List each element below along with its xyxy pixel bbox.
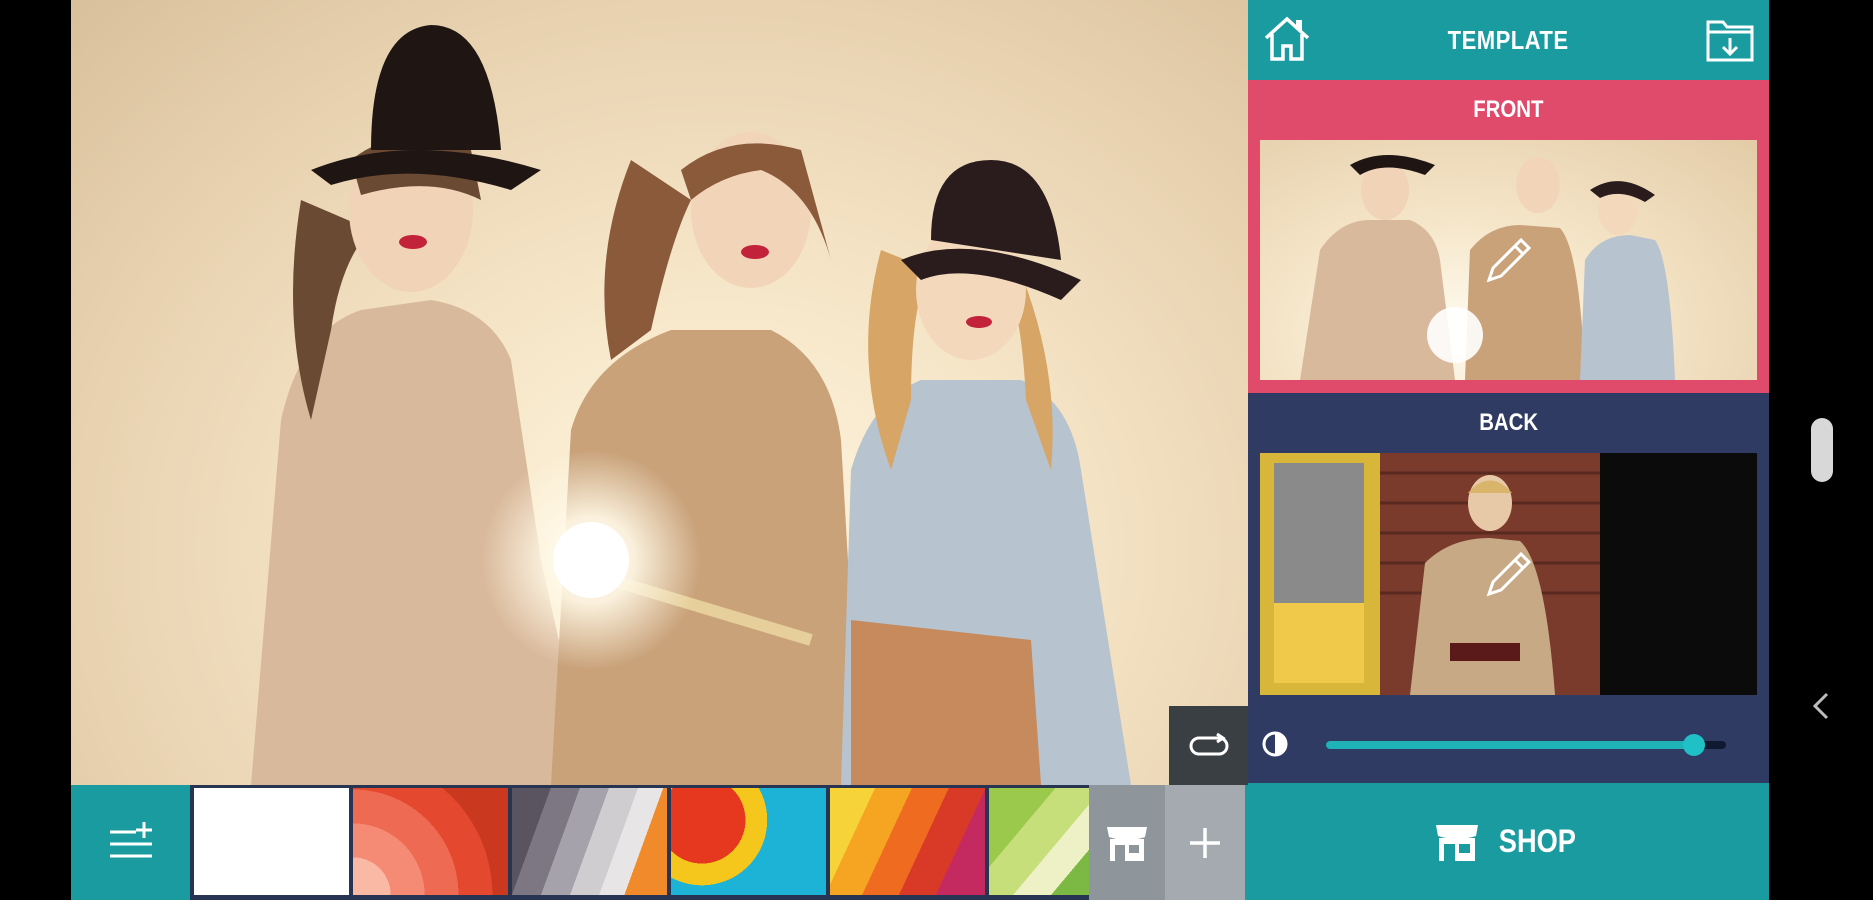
background-thumb-gray-stripes[interactable] [512, 788, 667, 895]
photo-canvas[interactable] [71, 0, 1248, 785]
background-thumbnails [190, 785, 1089, 900]
background-selector-bar [71, 785, 1248, 900]
background-thumb-white[interactable] [194, 788, 349, 895]
opacity-control [1248, 715, 1769, 771]
background-thumb-retro-circles[interactable] [671, 788, 826, 895]
back-photo-thumbnail[interactable] [1260, 453, 1757, 695]
contrast-icon [1262, 731, 1288, 757]
swap-layers-button[interactable] [1169, 706, 1248, 785]
front-photo-thumbnail[interactable] [1260, 140, 1757, 380]
background-thumb-green-chevrons[interactable] [989, 788, 1089, 895]
layers-add-icon [109, 821, 152, 857]
shop-label: SHOP [1498, 823, 1577, 859]
app-screen: TEMPLATE FRONT BACK SHOP [0, 0, 1873, 900]
back-layer-section: BACK [1248, 393, 1769, 783]
front-label: FRONT [1473, 96, 1544, 123]
opacity-slider-fill [1326, 741, 1694, 749]
background-store-button[interactable] [1089, 785, 1165, 900]
shop-button[interactable]: SHOP [1248, 783, 1769, 900]
opacity-slider-handle[interactable] [1683, 734, 1705, 756]
background-thumb-warm-stripes[interactable] [830, 788, 985, 895]
save-button[interactable] [1705, 14, 1755, 64]
add-background-button[interactable] [1165, 785, 1245, 900]
back-label: BACK [1479, 409, 1538, 436]
home-icon [1264, 16, 1310, 61]
background-thumb-coral-rings[interactable] [353, 788, 508, 895]
panel-header: TEMPLATE [1248, 0, 1769, 80]
layers-add-button[interactable] [71, 785, 190, 900]
back-chevron-icon[interactable] [1809, 690, 1833, 722]
edit-pencil-icon [1486, 551, 1531, 597]
template-panel: TEMPLATE FRONT BACK SHOP [1248, 0, 1769, 900]
opacity-slider[interactable] [1326, 734, 1726, 756]
home-button[interactable] [1262, 14, 1312, 64]
front-layer-section: FRONT [1248, 80, 1769, 393]
store-icon [1436, 824, 1479, 861]
plus-icon [1190, 827, 1220, 858]
loop-icon [1189, 732, 1228, 755]
edit-pencil-icon [1486, 237, 1531, 283]
system-navigation [1769, 0, 1873, 900]
folder-download-icon [1706, 20, 1754, 62]
photo-illustration [251, 25, 1131, 785]
scrollbar-handle[interactable] [1811, 418, 1833, 482]
store-icon [1107, 826, 1147, 861]
page-title: TEMPLATE [1448, 24, 1569, 55]
